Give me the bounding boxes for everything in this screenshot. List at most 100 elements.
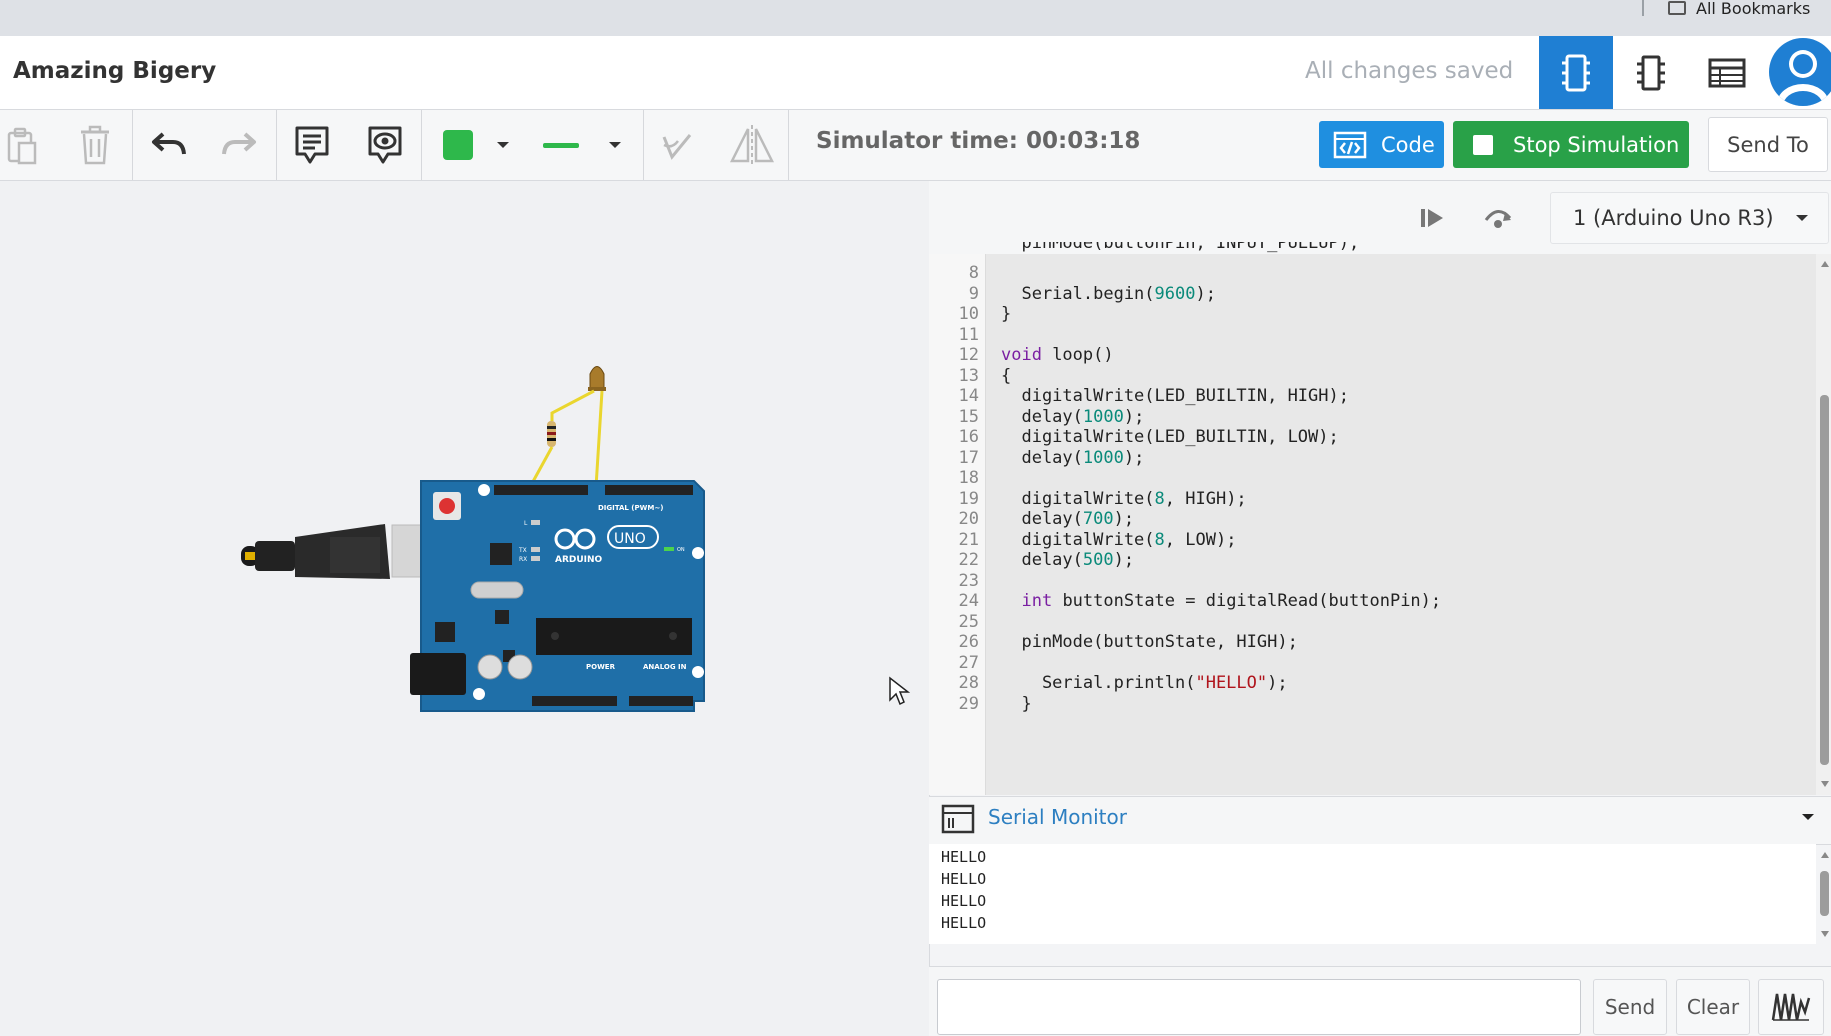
toolbar-divider xyxy=(276,110,277,180)
fill-color-picker[interactable] xyxy=(431,110,523,180)
circuit-canvas[interactable]: ARDUINO UNO DIGITAL (PWM~) POWER ANALOG … xyxy=(0,181,928,1035)
serial-clear-button[interactable]: Clear xyxy=(1676,979,1750,1035)
chevron-down-icon xyxy=(609,142,621,148)
code-line[interactable]: void loop() xyxy=(1001,345,1114,365)
line-number: 18 xyxy=(958,468,979,488)
note-icon xyxy=(295,126,329,164)
wire-line-icon xyxy=(543,142,579,148)
step-debug-icon[interactable] xyxy=(1418,206,1446,230)
serial-scroll-thumb[interactable] xyxy=(1820,871,1829,916)
line-number: 11 xyxy=(958,324,979,345)
chevron-down-icon xyxy=(1795,215,1808,221)
wire-style-picker[interactable] xyxy=(532,110,634,180)
serial-input[interactable] xyxy=(937,979,1581,1035)
eye-note-icon xyxy=(368,126,402,164)
serial-output[interactable] xyxy=(929,844,1816,944)
line-number: 12 xyxy=(958,345,979,365)
mouse-pointer-icon xyxy=(889,676,910,706)
wires[interactable] xyxy=(528,389,604,488)
stop-simulation-button[interactable]: Stop Simulation xyxy=(1453,121,1689,168)
toolbar-divider xyxy=(643,110,644,180)
bookmarks-bar xyxy=(0,0,1831,37)
line-number: 29 xyxy=(958,693,979,714)
resistor[interactable] xyxy=(547,421,556,447)
rotate-button[interactable] xyxy=(654,110,698,180)
editor-scroll-thumb[interactable] xyxy=(1820,395,1829,765)
code-line[interactable]: delay(1000); xyxy=(1001,448,1144,468)
toolbar-divider xyxy=(421,110,422,180)
arduino-uno-board[interactable]: ARDUINO UNO DIGITAL (PWM~) POWER ANALOG … xyxy=(410,480,705,712)
user-avatar[interactable] xyxy=(1769,38,1831,106)
flip-button[interactable] xyxy=(726,110,778,180)
code-line[interactable]: int buttonState = digitalRead(buttonPin)… xyxy=(1001,591,1441,611)
paste-button[interactable] xyxy=(0,110,44,180)
line-number: 28 xyxy=(958,673,979,693)
undo-button[interactable] xyxy=(148,110,190,180)
redo-icon xyxy=(222,132,256,155)
fill-color-swatch xyxy=(443,130,473,160)
code-line[interactable]: } xyxy=(1001,694,1031,714)
trash-icon xyxy=(81,125,109,165)
redo-button[interactable] xyxy=(218,110,260,180)
led[interactable] xyxy=(588,366,606,392)
code-line[interactable]: digitalWrite(8, HIGH); xyxy=(1001,489,1246,509)
code-line[interactable]: { xyxy=(1001,366,1011,386)
code-button-label: Code xyxy=(1381,132,1435,157)
line-number: 16 xyxy=(958,427,979,447)
save-status: All changes saved xyxy=(1305,58,1514,84)
scroll-up-arrow-icon[interactable] xyxy=(1820,851,1830,859)
user-icon xyxy=(1777,50,1829,106)
undo-icon xyxy=(152,132,186,155)
circuit-view-button[interactable] xyxy=(1539,36,1613,109)
stop-simulation-label: Stop Simulation xyxy=(1513,132,1680,157)
line-number: 8 xyxy=(968,263,979,283)
code-line[interactable]: Serial.begin(9600); xyxy=(1001,284,1216,304)
simulator-time: Simulator time: 00:03:18 xyxy=(816,128,1141,154)
code-line[interactable]: } xyxy=(1001,304,1011,324)
chip-icon xyxy=(1637,55,1665,90)
flip-icon xyxy=(729,125,775,165)
code-line[interactable]: digitalWrite(8, LOW); xyxy=(1001,530,1236,550)
board-label-digital: DIGITAL (PWM~) xyxy=(598,504,663,512)
code-button[interactable]: Code xyxy=(1319,121,1444,168)
all-bookmarks-link[interactable]: All Bookmarks xyxy=(1668,0,1811,18)
scroll-down-arrow-icon[interactable] xyxy=(1820,930,1830,938)
code-line[interactable]: digitalWrite(LED_BUILTIN, HIGH); xyxy=(1001,386,1349,406)
send-to-button[interactable]: Send To xyxy=(1708,117,1828,172)
code-line[interactable]: delay(700); xyxy=(1001,509,1134,529)
schematic-view-button[interactable] xyxy=(1614,36,1688,109)
all-bookmarks-label: All Bookmarks xyxy=(1696,0,1811,18)
paste-icon xyxy=(7,127,37,165)
scroll-up-arrow-icon[interactable] xyxy=(1820,260,1830,268)
circuit-drawing[interactable]: ARDUINO UNO DIGITAL (PWM~) POWER ANALOG … xyxy=(0,181,928,1035)
line-number: 14 xyxy=(958,386,979,406)
toolbar-divider xyxy=(788,110,789,180)
collapse-chevron-icon[interactable] xyxy=(1800,812,1816,822)
serial-monitor-title: Serial Monitor xyxy=(988,805,1127,829)
line-number: 24 xyxy=(958,591,979,611)
serial-send-button[interactable]: Send xyxy=(1593,979,1667,1035)
board-label-analog: ANALOG IN xyxy=(643,663,687,671)
line-number: 19 xyxy=(958,488,979,509)
code-line[interactable]: pinMode(buttonState, HIGH); xyxy=(1001,632,1297,652)
toggle-notes-button[interactable] xyxy=(363,110,407,180)
scroll-down-arrow-icon[interactable] xyxy=(1820,780,1830,788)
serial-output-line: HELLO xyxy=(941,892,987,910)
board-label-tx: TX xyxy=(518,547,527,554)
code-line[interactable]: delay(1000); xyxy=(1001,407,1144,427)
circuit-view-icon xyxy=(1562,54,1590,91)
step-over-icon[interactable] xyxy=(1481,204,1515,230)
toolbar-divider xyxy=(132,110,133,180)
delete-button[interactable] xyxy=(75,110,115,180)
code-line[interactable]: Serial.println("HELLO"); xyxy=(1001,673,1288,693)
code-line[interactable]: delay(500); xyxy=(1001,550,1134,570)
board-label-on: ON xyxy=(677,547,685,553)
notes-button[interactable] xyxy=(290,110,334,180)
code-line[interactable]: digitalWrite(LED_BUILTIN, LOW); xyxy=(1001,427,1338,447)
device-select[interactable]: 1 (Arduino Uno R3) xyxy=(1550,192,1829,244)
line-number: 13 xyxy=(958,365,979,386)
project-title[interactable]: Amazing Bigery xyxy=(13,58,216,84)
bookmarks-divider xyxy=(1642,0,1644,16)
component-list-button[interactable] xyxy=(1690,36,1764,109)
serial-graph-button[interactable] xyxy=(1758,979,1824,1035)
